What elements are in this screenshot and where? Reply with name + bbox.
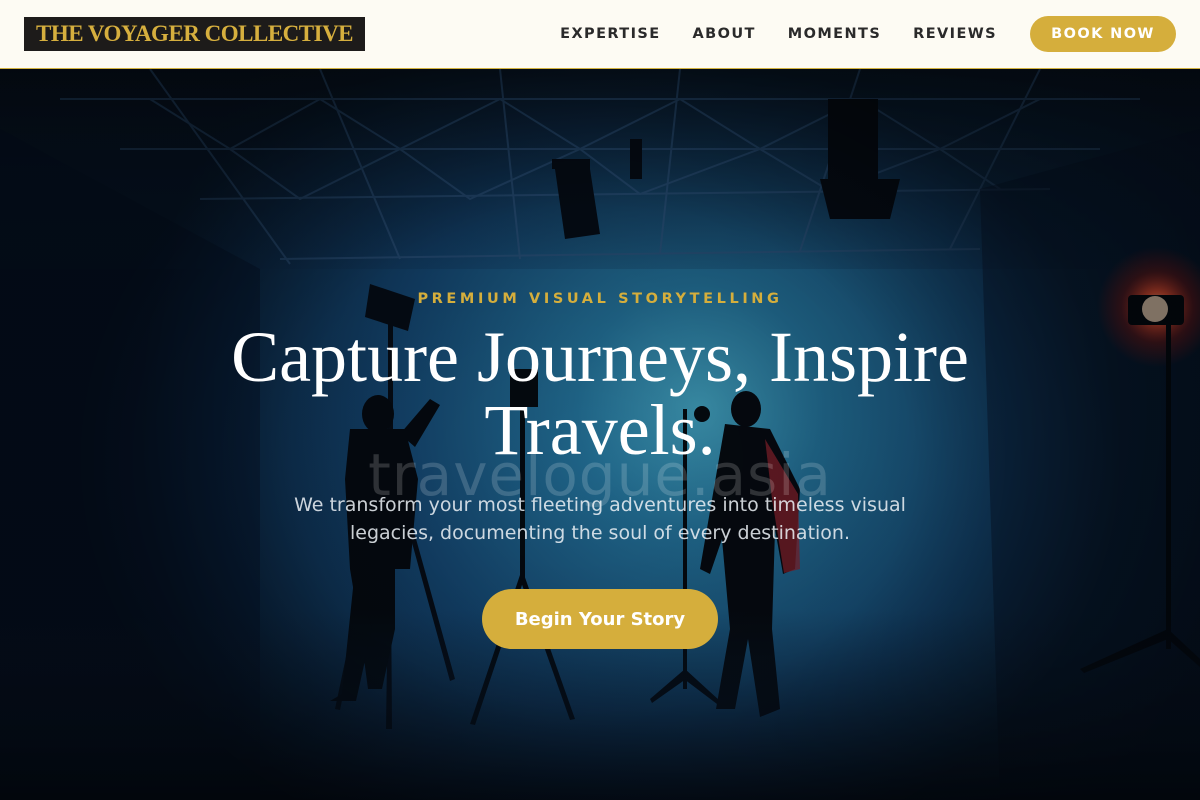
main-nav: EXPERTISE ABOUT MOMENTS REVIEWS BOOK NOW	[560, 16, 1176, 52]
nav-link-moments[interactable]: MOMENTS	[788, 26, 881, 42]
brand-logo[interactable]: THE VOYAGER COLLECTIVE	[24, 17, 366, 51]
headline-line-1: Capture Journeys, Inspire	[231, 317, 969, 397]
hero-subtext: We transform your most fleeting adventur…	[294, 494, 906, 544]
hero-section: PREMIUM VISUAL STORYTELLING travelogue.a…	[0, 69, 1200, 800]
nav-link-about[interactable]: ABOUT	[693, 26, 756, 42]
headline-line-2: Travels.	[484, 390, 716, 470]
book-now-button[interactable]: BOOK NOW	[1030, 16, 1176, 52]
hero-eyebrow: PREMIUM VISUAL STORYTELLING	[417, 291, 783, 307]
site-header: THE VOYAGER COLLECTIVE EXPERTISE ABOUT M…	[0, 0, 1200, 69]
hero-headline: Capture Journeys, Inspire Travels.	[150, 321, 1050, 467]
nav-link-expertise[interactable]: EXPERTISE	[560, 26, 660, 42]
nav-link-reviews[interactable]: REVIEWS	[913, 26, 997, 42]
begin-story-button[interactable]: Begin Your Story	[482, 589, 718, 649]
